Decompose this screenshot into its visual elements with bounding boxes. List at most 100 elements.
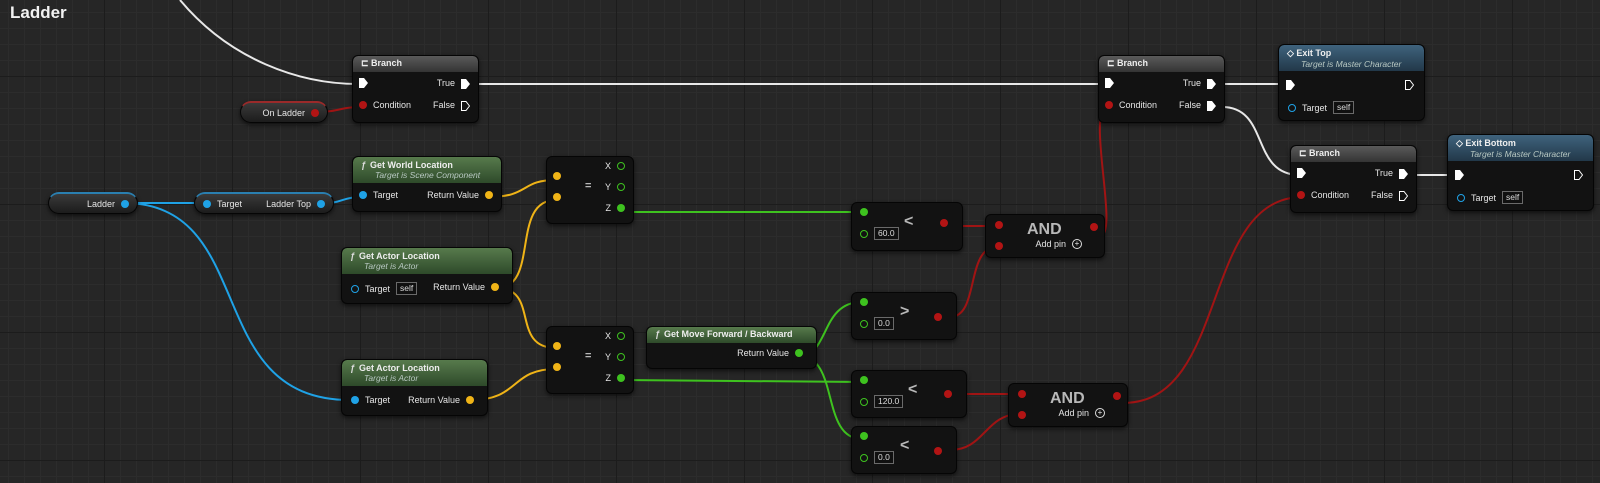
target-pin[interactable] xyxy=(351,284,359,293)
break-vector-node-2[interactable]: = X Y Z xyxy=(546,326,634,394)
b-pin[interactable] xyxy=(860,453,868,462)
self-field[interactable]: self xyxy=(396,282,418,295)
and-node-2[interactable]: AND Add pin + xyxy=(1008,383,1128,427)
branch-node-1[interactable]: ⊏ Branch True Condition False xyxy=(352,55,479,123)
vector-in-pin[interactable] xyxy=(553,193,561,201)
b-pin[interactable] xyxy=(860,229,868,238)
condition-pin[interactable] xyxy=(359,101,367,109)
function-icon: ƒ xyxy=(350,363,356,373)
vector-in-pin[interactable] xyxy=(553,363,561,371)
greater-than-node[interactable]: 0.0 > xyxy=(851,292,957,340)
result-pin[interactable] xyxy=(940,219,948,227)
get-actor-location-node-1[interactable]: ƒ Get Actor Location Target is Actor Targ… xyxy=(341,247,513,304)
return-value-pin[interactable] xyxy=(491,283,499,291)
exec-in-pin[interactable] xyxy=(1297,168,1306,178)
result-pin[interactable] xyxy=(934,447,942,455)
and-symbol: AND xyxy=(1027,221,1062,238)
ladder-top-getter[interactable]: Target Ladder Top xyxy=(194,192,334,214)
target-pin[interactable] xyxy=(1288,103,1296,112)
z-pin[interactable] xyxy=(617,374,625,382)
exec-out-false-pin[interactable] xyxy=(1207,100,1216,111)
and-output-pin[interactable] xyxy=(1090,223,1098,231)
compare-value-field[interactable]: 0.0 xyxy=(874,451,894,464)
false-label: False xyxy=(1178,100,1201,110)
vector-in-pin[interactable] xyxy=(553,172,561,180)
z-label: Z xyxy=(605,203,612,213)
ladder-variable[interactable]: Ladder xyxy=(48,192,138,214)
x-pin[interactable] xyxy=(617,332,625,340)
b-pin[interactable] xyxy=(860,319,868,328)
return-value-pin[interactable] xyxy=(485,191,493,199)
branch-node-3[interactable]: ⊏ Branch True Condition False xyxy=(1290,145,1417,213)
and-input-pin[interactable] xyxy=(995,242,1003,250)
and-node-1[interactable]: AND Add pin + xyxy=(985,214,1105,258)
exec-out-false-pin[interactable] xyxy=(1399,190,1408,201)
and-input-pin[interactable] xyxy=(995,221,1003,229)
exec-out-false-pin[interactable] xyxy=(461,100,470,111)
branch-title-text: Branch xyxy=(1117,58,1149,68)
exec-out-true-pin[interactable] xyxy=(461,78,470,89)
on-ladder-variable[interactable]: On Ladder xyxy=(240,101,328,123)
z-pin[interactable] xyxy=(617,204,625,212)
x-pin[interactable] xyxy=(617,162,625,170)
event-icon: ◇ xyxy=(1456,138,1466,148)
self-field[interactable]: self xyxy=(1333,101,1355,114)
exec-in-pin[interactable] xyxy=(1286,80,1295,90)
target-pin[interactable] xyxy=(1457,193,1465,202)
branch-node-2[interactable]: ⊏ Branch True Condition False xyxy=(1098,55,1225,123)
exit-bottom-node[interactable]: ◇ Exit Bottom Target is Master Character… xyxy=(1447,134,1594,211)
target-pin[interactable] xyxy=(351,396,359,404)
target-pin[interactable] xyxy=(359,191,367,199)
result-pin[interactable] xyxy=(934,313,942,321)
result-pin[interactable] xyxy=(944,390,952,398)
self-field[interactable]: self xyxy=(1502,191,1524,204)
ladder-pin[interactable] xyxy=(121,199,129,208)
target-label: Target xyxy=(365,395,391,405)
exec-out-pin[interactable] xyxy=(1405,80,1414,90)
get-actor-location-node-2[interactable]: ƒ Get Actor Location Target is Actor Targ… xyxy=(341,359,488,416)
a-pin[interactable] xyxy=(860,298,868,306)
ladder-top-target-pin[interactable] xyxy=(203,199,211,208)
target-label: Target xyxy=(1471,192,1497,203)
exit-bottom-sub: Target is Master Character xyxy=(1470,149,1571,159)
get-world-location-node[interactable]: ƒ Get World Location Target is Scene Comp… xyxy=(352,156,502,212)
a-pin[interactable] xyxy=(860,376,868,384)
exit-top-node[interactable]: ◇ Exit Top Target is Master Character Ta… xyxy=(1278,44,1425,121)
less-than-symbol: < xyxy=(904,213,914,230)
y-pin[interactable] xyxy=(617,183,625,191)
a-pin[interactable] xyxy=(860,208,868,216)
return-value-pin[interactable] xyxy=(466,396,474,404)
get-move-forward-backward-node[interactable]: ƒ Get Move Forward / Backward Return Valu… xyxy=(646,326,817,369)
break-vector-node-1[interactable]: = X Y Z xyxy=(546,156,634,224)
less-than-node-1[interactable]: 60.0 < xyxy=(851,202,963,251)
b-pin[interactable] xyxy=(860,397,868,406)
return-value-pin[interactable] xyxy=(795,349,803,357)
exec-out-true-pin[interactable] xyxy=(1399,168,1408,179)
condition-pin[interactable] xyxy=(1297,191,1305,199)
add-pin-icon[interactable]: + xyxy=(1072,239,1082,249)
exec-out-pin[interactable] xyxy=(1574,170,1583,180)
exec-out-true-pin[interactable] xyxy=(1207,78,1216,89)
and-input-pin[interactable] xyxy=(1018,390,1026,398)
condition-pin[interactable] xyxy=(1105,101,1113,109)
ladder-top-out-pin[interactable] xyxy=(317,199,325,208)
vector-in-pin[interactable] xyxy=(553,342,561,350)
and-input-pin[interactable] xyxy=(1018,411,1026,419)
a-pin[interactable] xyxy=(860,432,868,440)
less-than-node-2[interactable]: 120.0 < xyxy=(851,370,967,418)
less-than-node-3[interactable]: 0.0 < xyxy=(851,426,957,474)
y-pin[interactable] xyxy=(617,353,625,361)
compare-value-field[interactable]: 60.0 xyxy=(874,227,899,240)
exec-in-pin[interactable] xyxy=(359,78,368,88)
exec-in-pin[interactable] xyxy=(1105,78,1114,88)
add-pin-icon[interactable]: + xyxy=(1095,408,1105,418)
compare-value-field[interactable]: 0.0 xyxy=(874,317,894,330)
and-output-pin[interactable] xyxy=(1113,392,1121,400)
on-ladder-pin[interactable] xyxy=(311,108,319,117)
get-world-location-title: Get World Location xyxy=(370,160,453,170)
exit-bottom-title: Exit Bottom xyxy=(1465,138,1516,148)
exec-in-pin[interactable] xyxy=(1455,170,1464,180)
condition-label: Condition xyxy=(373,100,412,110)
function-icon: ƒ xyxy=(655,329,661,339)
compare-value-field[interactable]: 120.0 xyxy=(874,395,904,408)
